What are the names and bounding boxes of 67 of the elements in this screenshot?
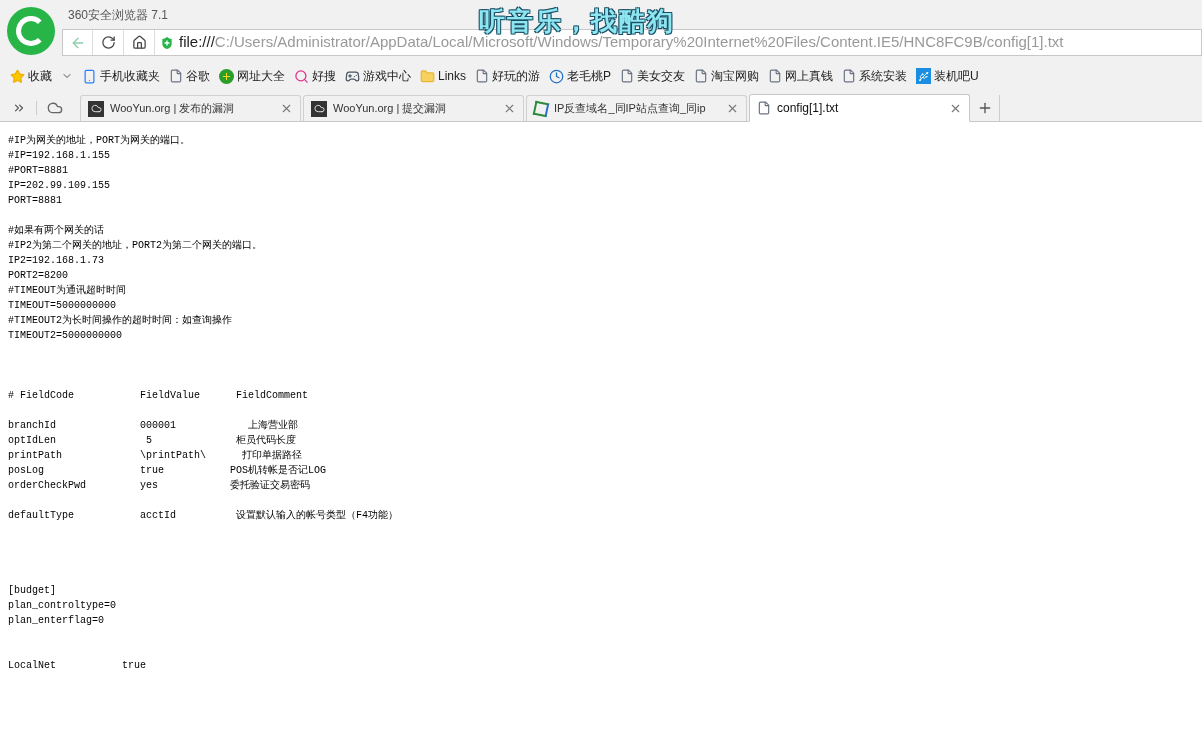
page-icon [768, 69, 783, 83]
reload-icon [100, 35, 116, 50]
close-tab-icon[interactable] [726, 102, 739, 115]
bookmark-item[interactable]: 淘宝网购 [694, 67, 760, 85]
browser-tab[interactable]: WooYun.org | 提交漏洞 [303, 95, 524, 121]
gamepad-icon [345, 68, 360, 84]
bookmark-item[interactable]: 美女交友 [620, 67, 686, 85]
clock-icon [549, 68, 564, 84]
file-text-line: #如果有两个网关的话 [8, 223, 104, 238]
file-text-line: TIMEOUT=5000000000 [8, 299, 117, 313]
browser-logo-icon[interactable] [7, 7, 55, 55]
file-text-line: orderCheckPwd yes 委托验证交易密码 [8, 478, 311, 493]
cloud-logo-icon [311, 100, 327, 117]
bookmark-item[interactable]: 手机收藏夹 [82, 67, 160, 85]
file-text-line: IP2=192.168.1.73 [8, 254, 104, 268]
file-text-line: # FieldCode FieldValue FieldComment [8, 389, 309, 403]
browser-tab[interactable]: IP反查域名_同IP站点查询_同ip [526, 95, 747, 121]
file-text-line: plan_controltype=0 [8, 599, 117, 613]
folder-icon [420, 68, 435, 84]
cloud-logo-icon [88, 100, 104, 117]
close-tab-icon[interactable] [503, 102, 516, 115]
file-text-line: optIdLen 5 柜员代码长度 [8, 433, 297, 448]
search-icon [294, 68, 309, 84]
page-icon [842, 69, 857, 83]
bookmark-item[interactable]: 好玩的游 [475, 67, 540, 85]
bookmark-item[interactable]: 网址大全 [219, 67, 285, 85]
file-text-line: #IP=192.168.1.155 [8, 149, 111, 163]
file-text-line: #TIMEOUT为通讯超时时间 [8, 283, 126, 298]
file-text-line: branchId 000001 上海营业部 [8, 418, 299, 433]
star-icon [10, 68, 25, 84]
page-icon [694, 69, 709, 83]
file-text-line: plan_enterflag=0 [8, 614, 104, 628]
bookmark-item[interactable]: Links [420, 67, 466, 85]
file-text-line: IP=202.99.109.155 [8, 179, 111, 193]
page-icon [757, 101, 771, 115]
site-logo-icon [532, 100, 550, 117]
page-icon [620, 69, 635, 83]
usb-icon [916, 68, 932, 84]
bookmark-item[interactable]: 网上真钱 [768, 67, 834, 85]
home-icon [131, 35, 147, 50]
close-tab-icon[interactable] [280, 102, 293, 115]
bookmark-item[interactable]: 游戏中心 [345, 67, 411, 85]
file-text-line: PORT=8881 [8, 194, 62, 208]
browser-tab[interactable]: WooYun.org | 发布的漏洞 [80, 95, 301, 121]
bookmark-item[interactable]: 老毛桃P [549, 67, 612, 85]
bookmark-item[interactable]: 收藏 [10, 67, 52, 85]
file-text-line: LocalNet true [8, 659, 147, 673]
bookmark-item[interactable]: 系统安装 [842, 67, 908, 85]
file-text-line: defaultType acctId 设置默认输入的帐号类型（F4功能） [8, 508, 399, 523]
file-text-line: [budget] [8, 584, 56, 598]
file-text-line: #IP2为第二个网关的地址，PORT2为第二个网关的端口。 [8, 238, 262, 253]
bookmark-item[interactable]: 好搜 [294, 67, 336, 85]
page-icon [475, 69, 489, 83]
window-title: 360安全浏览器 7.1 [68, 6, 169, 24]
page-icon [169, 69, 183, 83]
file-text-line: posLog true POS机转帐是否记LOG [8, 463, 327, 478]
security-shield-icon [159, 34, 175, 51]
file-text-line: #IP为网关的地址，PORT为网关的端口。 [8, 133, 190, 148]
bookmark-item[interactable]: 装机吧U [916, 67, 979, 85]
browser-tab[interactable]: config[1].txt [749, 94, 970, 122]
bookmark-item[interactable]: 谷歌 [169, 67, 210, 85]
file-text-line: PORT2=8200 [8, 269, 68, 283]
file-text-line: printPath \printPath\ 打印单据路径 [8, 449, 303, 463]
file-text-line: TIMEOUT2=5000000000 [8, 329, 123, 343]
phone-icon [82, 68, 97, 84]
file-text-line: #PORT=8881 [8, 164, 68, 178]
file-text-line: #TIMEOUT2为长时间操作的超时时间：如查询操作 [8, 313, 232, 328]
